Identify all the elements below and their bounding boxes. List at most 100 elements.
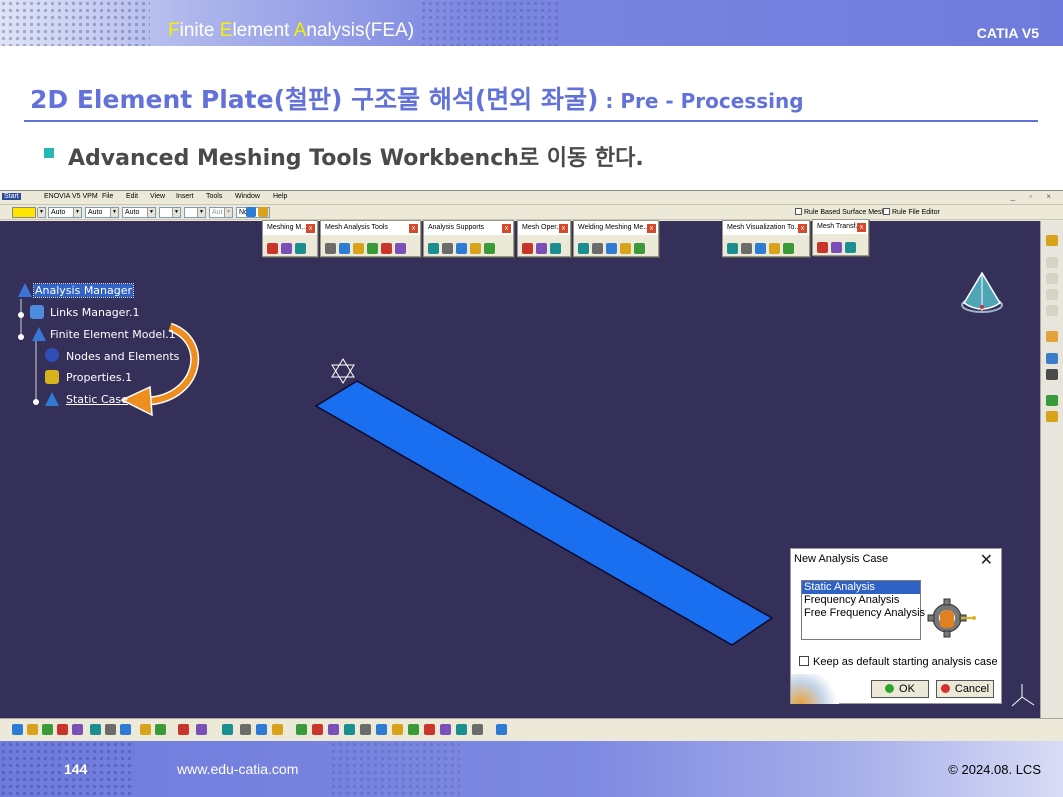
bottom-tool-icon[interactable] [196, 724, 207, 735]
menu-view[interactable]: View [150, 193, 165, 200]
bottom-tool-icon[interactable] [178, 724, 189, 735]
bottom-tool-icon[interactable] [90, 724, 101, 735]
bottom-tool-icon[interactable] [344, 724, 355, 735]
toolbar-tool-icon[interactable] [578, 243, 589, 254]
toolbar-tool-icon[interactable] [522, 243, 533, 254]
close-icon[interactable]: x [798, 224, 807, 233]
thickness-combo[interactable]: Auto ▼ [122, 207, 156, 218]
mesh-operators-toolbar[interactable]: Mesh Oper... x [517, 220, 571, 257]
menu-tools[interactable]: Tools [206, 193, 222, 200]
welding-meshing-toolbar[interactable]: Welding Meshing Me... x [573, 220, 659, 257]
color-dropdown[interactable]: ▼ [37, 207, 46, 218]
tree-analysis-manager[interactable]: Analysis Manager [32, 283, 135, 298]
toolbar-tool-icon[interactable] [817, 242, 828, 253]
toolbar-tool-icon[interactable] [845, 242, 856, 253]
tool-icon-1[interactable] [1046, 257, 1058, 268]
brush-icon[interactable] [258, 207, 268, 217]
workbench-icon[interactable] [1046, 235, 1058, 246]
toolbar-tool-icon[interactable] [442, 243, 453, 254]
menu-file[interactable]: File [102, 193, 113, 200]
bottom-tool-icon[interactable] [424, 724, 435, 735]
bottom-tool-icon[interactable] [120, 724, 131, 735]
toolbar-tool-icon[interactable] [550, 243, 561, 254]
meshing-methods-toolbar[interactable]: Meshing M... x [262, 220, 318, 257]
toolbar-tool-icon[interactable] [769, 243, 780, 254]
bottom-tool-icon[interactable] [222, 724, 233, 735]
toolbar-tool-icon[interactable] [783, 243, 794, 254]
analysis-supports-toolbar[interactable]: Analysis Supports x [423, 220, 514, 257]
bottom-tool-icon[interactable] [312, 724, 323, 735]
bottom-tool-icon[interactable] [240, 724, 251, 735]
close-icon[interactable]: x [502, 224, 511, 233]
toolbar-tool-icon[interactable] [634, 243, 645, 254]
bottom-tool-icon[interactable] [296, 724, 307, 735]
tool-icon-7[interactable] [1046, 369, 1058, 380]
layer-aut-combo[interactable]: Aut ▼ [209, 207, 233, 218]
tree-finite-element-model[interactable]: Finite Element Model.1 [50, 328, 176, 341]
point-symbol-combo[interactable]: ▼ [159, 207, 181, 218]
bottom-tool-icon[interactable] [155, 724, 166, 735]
toolbar-tool-icon[interactable] [339, 243, 350, 254]
bottom-tool-icon[interactable] [376, 724, 387, 735]
toolbar-tool-icon[interactable] [741, 243, 752, 254]
list-item[interactable]: Frequency Analysis [802, 594, 920, 607]
tree-links-manager[interactable]: Links Manager.1 [50, 306, 139, 319]
tree-static-case[interactable]: Static Case [66, 393, 128, 406]
bottom-tool-icon[interactable] [42, 724, 53, 735]
bottom-tool-icon[interactable] [392, 724, 403, 735]
toolbar-tool-icon[interactable] [281, 243, 292, 254]
toolbar-tool-icon[interactable] [606, 243, 617, 254]
ok-button[interactable]: OK [871, 680, 929, 698]
toolbar-tool-icon[interactable] [267, 243, 278, 254]
menu-enovia[interactable]: ENOVIA V5 VPM [44, 193, 98, 200]
bottom-tool-icon[interactable] [456, 724, 467, 735]
bottom-tool-icon[interactable] [57, 724, 68, 735]
toolbar-tool-icon[interactable] [536, 243, 547, 254]
rule-based-mesh-checkbox[interactable]: Rule Based Surface Mesh [795, 208, 885, 216]
tool-icon-5[interactable] [1046, 331, 1058, 342]
bottom-tool-icon[interactable] [12, 724, 23, 735]
toolbar-tool-icon[interactable] [295, 243, 306, 254]
toolbar-tool-icon[interactable] [484, 243, 495, 254]
bottom-tool-icon[interactable] [72, 724, 83, 735]
toolbar-tool-icon[interactable] [470, 243, 481, 254]
toolbar-tool-icon[interactable] [755, 243, 766, 254]
toolbar-tool-icon[interactable] [428, 243, 439, 254]
window-controls[interactable]: _ ▫ × [1011, 192, 1057, 201]
bottom-tool-icon[interactable] [408, 724, 419, 735]
linetype-combo[interactable]: Auto ▼ [85, 207, 119, 218]
toolbar-tool-icon[interactable] [367, 243, 378, 254]
toolbar-tool-icon[interactable] [456, 243, 467, 254]
tool-icon-6[interactable] [1046, 353, 1058, 364]
close-icon[interactable]: x [559, 224, 568, 233]
list-item[interactable]: Static Analysis [802, 581, 920, 594]
analysis-type-list[interactable]: Static Analysis Frequency Analysis Free … [801, 580, 925, 640]
close-icon[interactable]: x [647, 224, 656, 233]
cancel-button[interactable]: Cancel [936, 680, 994, 698]
color-swatch[interactable] [12, 207, 36, 218]
mesh-transformations-toolbar[interactable]: Mesh Transf... x [812, 219, 869, 256]
toolbar-tool-icon[interactable] [620, 243, 631, 254]
tool-icon-9[interactable] [1046, 411, 1058, 422]
painter-icon[interactable] [246, 207, 256, 217]
toolbar-tool-icon[interactable] [325, 243, 336, 254]
bottom-tool-icon[interactable] [472, 724, 483, 735]
bottom-tool-icon[interactable] [440, 724, 451, 735]
toolbar-tool-icon[interactable] [727, 243, 738, 254]
list-item[interactable]: Free Frequency Analysis [802, 607, 925, 620]
mesh-analysis-tools-toolbar[interactable]: Mesh Analysis Tools x [320, 220, 421, 257]
toolbar-tool-icon[interactable] [381, 243, 392, 254]
menu-window[interactable]: Window [235, 193, 260, 200]
bottom-tool-icon[interactable] [360, 724, 371, 735]
menu-help[interactable]: Help [273, 193, 287, 200]
bottom-tool-icon[interactable] [27, 724, 38, 735]
bottom-tool-icon[interactable] [272, 724, 283, 735]
bottom-tool-icon[interactable] [328, 724, 339, 735]
render-style-combo[interactable]: ▼ [184, 207, 206, 218]
close-icon[interactable]: ✕ [980, 550, 993, 570]
keep-default-checkbox[interactable]: Keep as default starting analysis case [799, 656, 998, 668]
tool-icon-3[interactable] [1046, 289, 1058, 300]
close-icon[interactable]: x [857, 223, 866, 232]
close-icon[interactable]: x [306, 224, 315, 233]
bottom-tool-icon[interactable] [140, 724, 151, 735]
